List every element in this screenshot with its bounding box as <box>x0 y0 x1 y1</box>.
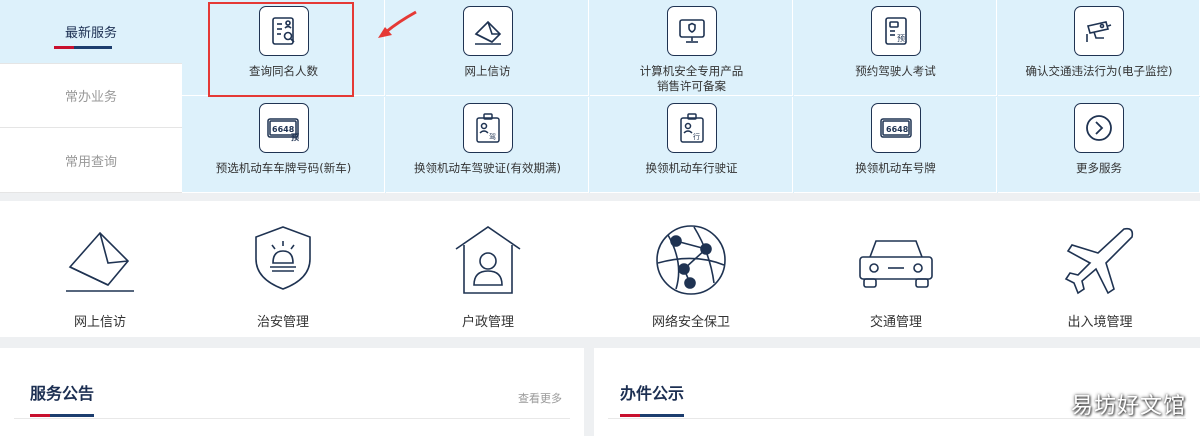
tab-common-queries[interactable]: 常用查询 <box>0 128 182 193</box>
panel-title: 办件公示 <box>620 384 685 403</box>
service-notice-panel: 服务公告 查看更多 <box>0 348 584 436</box>
service-label: 换领机动车驾驶证(有效期满) <box>414 161 561 175</box>
svg-text:6648: 6648 <box>886 125 909 134</box>
service-label: 更多服务 <box>1076 161 1122 175</box>
plate-preselect-icon: 6648 预 <box>259 103 309 153</box>
surveillance-camera-icon <box>1074 6 1124 56</box>
tab-latest-services[interactable]: 最新服务 <box>0 0 182 64</box>
household-icon <box>455 226 521 294</box>
service-label: 计算机安全专用产品 销售许可备案 <box>639 64 744 93</box>
service-traffic-violation-confirm[interactable]: 确认交通违法行为(电子监控) <box>998 0 1200 96</box>
divider <box>14 418 570 419</box>
service-plate-renew[interactable]: 6648 换领机动车号牌 <box>794 97 997 193</box>
category-label: 出入境管理 <box>1067 315 1133 330</box>
highlight-box <box>208 2 354 97</box>
service-label: 预选机动车车牌号码(新车) <box>215 161 352 175</box>
service-plate-preselect[interactable]: 6648 预 预选机动车车牌号码(新车) <box>182 97 385 193</box>
panel-title-underline <box>620 414 684 417</box>
service-vehicle-license-renew[interactable]: 行 换领机动车行驶证 <box>590 97 793 193</box>
driver-license-icon: 驾 <box>463 103 513 153</box>
category-online-petition[interactable]: 网上信访 <box>0 201 200 337</box>
chevron-right-circle-icon <box>1074 103 1124 153</box>
category-public-security[interactable]: 治安管理 <box>183 201 383 337</box>
category-label: 户政管理 <box>461 315 514 330</box>
category-label: 网络安全保卫 <box>651 315 730 330</box>
tab-label: 最新服务 <box>64 26 117 41</box>
computer-shield-icon <box>667 6 717 56</box>
envelope-icon <box>463 6 513 56</box>
category-label: 交通管理 <box>869 315 922 330</box>
service-computer-security-filing[interactable]: 计算机安全专用产品 销售许可备案 <box>590 0 793 96</box>
category-household-admin[interactable]: 户政管理 <box>388 201 588 337</box>
svg-text:预: 预 <box>897 33 905 43</box>
tab-label: 常用查询 <box>64 154 117 170</box>
vehicle-license-icon: 行 <box>667 103 717 153</box>
driver-exam-icon: 预 <box>871 6 921 56</box>
panel-title: 服务公告 <box>30 384 95 403</box>
service-label: 换领机动车行驶证 <box>645 161 738 175</box>
category-traffic-management[interactable]: 交通管理 <box>796 201 996 337</box>
category-label: 网上信访 <box>73 315 126 330</box>
service-driver-exam-booking[interactable]: 预 预约驾驶人考试 <box>794 0 997 96</box>
service-label: 确认交通违法行为(电子监控) <box>1025 64 1173 78</box>
category-entry-exit[interactable]: 出入境管理 <box>1000 201 1200 337</box>
tab-common-business[interactable]: 常办业务 <box>0 64 182 128</box>
service-label: 网上信访 <box>464 64 511 78</box>
watermark: 易坊好文馆 <box>1070 394 1186 419</box>
police-shield-icon <box>255 226 311 290</box>
category-label: 治安管理 <box>256 315 309 330</box>
service-label: 换领机动车号牌 <box>855 161 936 175</box>
red-arrow-annotation <box>378 10 417 38</box>
tab-label: 常办业务 <box>64 90 117 105</box>
car-icon <box>859 240 933 288</box>
service-more[interactable]: 更多服务 <box>998 97 1200 193</box>
envelope-icon <box>66 231 134 292</box>
category-row: 网上信访 治安管理 户政管理 网络安全保卫 交通管理 出入境管理 <box>0 201 1200 337</box>
airplane-icon <box>1064 227 1134 295</box>
svg-text:驾: 驾 <box>489 132 496 141</box>
svg-text:预: 预 <box>291 132 299 142</box>
network-globe-icon <box>656 225 726 295</box>
license-plate-icon: 6648 <box>871 103 921 153</box>
service-tabs: 最新服务 常办业务 常用查询 <box>0 0 182 193</box>
tab-active-underline <box>54 46 112 49</box>
svg-text:行: 行 <box>693 132 700 141</box>
category-network-security[interactable]: 网络安全保卫 <box>591 201 791 337</box>
view-more-link[interactable]: 查看更多 <box>518 390 562 406</box>
service-label: 预约驾驶人考试 <box>855 64 936 78</box>
service-section: 最新服务 常办业务 常用查询 查询同名人数 网上信访 计算机安全专用产品 销售许… <box>0 0 1200 193</box>
service-driver-license-renew[interactable]: 驾 换领机动车驾驶证(有效期满) <box>386 97 589 193</box>
panel-title-underline <box>30 414 94 417</box>
